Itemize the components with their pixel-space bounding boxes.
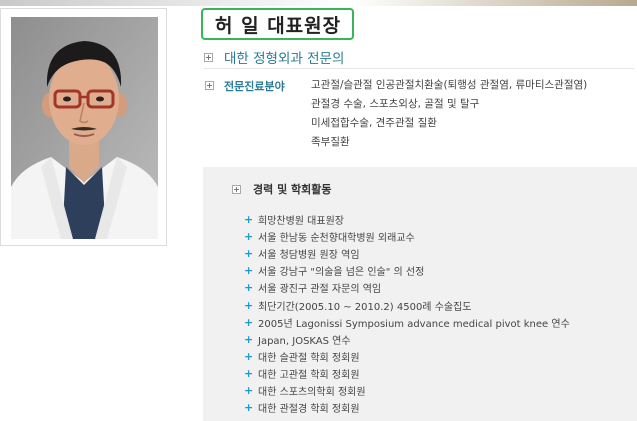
plus-bullet-icon: + bbox=[244, 349, 254, 363]
doctor-name-box: 허 일 대표원장 bbox=[201, 8, 354, 40]
plus-bullet-icon: + bbox=[244, 247, 254, 261]
list-item: + 대한 관절경 학회 정회원 bbox=[244, 399, 570, 416]
plus-bullet-icon: + bbox=[244, 281, 254, 295]
list-item: + 대한 스포츠의학회 정회원 bbox=[244, 382, 570, 399]
plus-icon[interactable] bbox=[205, 81, 214, 90]
career-list: + 희망찬병원 대표원장 + 서울 한남동 순천향대학병원 외래교수 + 서울 청담병… bbox=[244, 211, 570, 416]
list-item: + 서울 강남구 "의술을 넘은 인술" 의 선정 bbox=[244, 262, 570, 279]
hospital-specialty-text: 대한 정형외과 전문의 bbox=[224, 51, 345, 67]
list-item: + 대한 슬관절 학회 정회원 bbox=[244, 348, 570, 365]
list-item: + 서울 광진구 관절 자문의 역임 bbox=[244, 279, 570, 296]
list-item-text: 대한 슬관절 학회 정회원 bbox=[258, 352, 360, 364]
list-item: + 서울 청담병원 원장 역임 bbox=[244, 245, 570, 262]
plus-bullet-icon: + bbox=[244, 366, 254, 380]
specialty-lines: 고관절/슬관절 인공관절치환술(퇴행성 관절염, 류마티스관절염) 관절경 수술… bbox=[311, 78, 587, 154]
career-panel: 경력 및 학회활동 + 희망찬병원 대표원장 + 서울 한남동 순천향대학병원 외래… bbox=[203, 167, 637, 421]
specialty-line: 고관절/슬관절 인공관절치환술(퇴행성 관절염, 류마티스관절염) bbox=[311, 79, 588, 91]
plus-bullet-icon: + bbox=[244, 298, 254, 312]
plus-bullet-icon: + bbox=[244, 332, 254, 346]
list-item-text: 대한 고관절 학회 정회원 bbox=[258, 369, 360, 381]
doctor-photo-frame bbox=[0, 8, 167, 246]
plus-bullet-icon: + bbox=[244, 383, 254, 397]
career-title: 경력 및 학회활동 bbox=[253, 183, 332, 196]
list-item-text: Japan, JOSKAS 연수 bbox=[258, 335, 351, 347]
list-item-text: 서울 청담병원 원장 역임 bbox=[258, 250, 360, 262]
plus-bullet-icon: + bbox=[244, 230, 254, 244]
list-item: + 대한 고관절 학회 정회원 bbox=[244, 365, 570, 382]
list-item: + 최단기간(2005.10 ~ 2010.2) 4500례 수술집도 bbox=[244, 296, 570, 313]
top-banner-strip bbox=[0, 0, 637, 6]
list-item-text: 대한 관절경 학회 정회원 bbox=[258, 404, 360, 416]
specialty-label: 전문진료분야 bbox=[224, 80, 285, 93]
career-header: 경력 및 학회활동 bbox=[232, 181, 332, 197]
list-item: + 희망찬병원 대표원장 bbox=[244, 211, 570, 228]
specialty-line: 족부질환 bbox=[311, 136, 350, 148]
specialty-section: 전문진료분야 고관절/슬관절 인공관절치환술(퇴행성 관절염, 류마티스관절염)… bbox=[205, 78, 635, 154]
list-item: +2005년 Lagonissi Symposium advance medic… bbox=[244, 314, 570, 331]
list-item-text: 서울 한남동 순천향대학병원 외래교수 bbox=[258, 233, 415, 245]
list-item-text: 최단기간(2005.10 ~ 2010.2) 4500례 수술집도 bbox=[258, 301, 472, 313]
list-item-text: 서울 강남구 "의술을 넘은 인술" 의 선정 bbox=[258, 267, 425, 279]
plus-bullet-icon: + bbox=[244, 401, 254, 415]
plus-icon[interactable] bbox=[204, 52, 213, 62]
doctor-photo bbox=[11, 17, 158, 239]
specialty-line: 관절경 수술, 스포츠외상, 골절 및 탈구 bbox=[311, 98, 480, 110]
list-item-text: 대한 스포츠의학회 정회원 bbox=[258, 386, 366, 398]
doctor-name: 허 일 대표원장 bbox=[215, 14, 342, 37]
list-item-text: 2005년 Lagonissi Symposium advance medica… bbox=[258, 318, 570, 330]
plus-icon[interactable] bbox=[232, 184, 241, 194]
list-item: + Japan, JOSKAS 연수 bbox=[244, 331, 570, 348]
specialty-line: 미세접합수술, 견주관절 질환 bbox=[311, 117, 437, 129]
list-item-text: 서울 광진구 관절 자문의 역임 bbox=[258, 284, 382, 296]
hospital-specialty-row: 대한 정형외과 전문의 bbox=[204, 46, 634, 69]
list-item-text: 희망찬병원 대표원장 bbox=[258, 216, 344, 228]
list-item: + 서울 한남동 순천향대학병원 외래교수 bbox=[244, 228, 570, 245]
plus-bullet-icon: + bbox=[244, 264, 254, 278]
plus-bullet-icon: + bbox=[244, 315, 254, 329]
plus-bullet-icon: + bbox=[244, 213, 254, 227]
